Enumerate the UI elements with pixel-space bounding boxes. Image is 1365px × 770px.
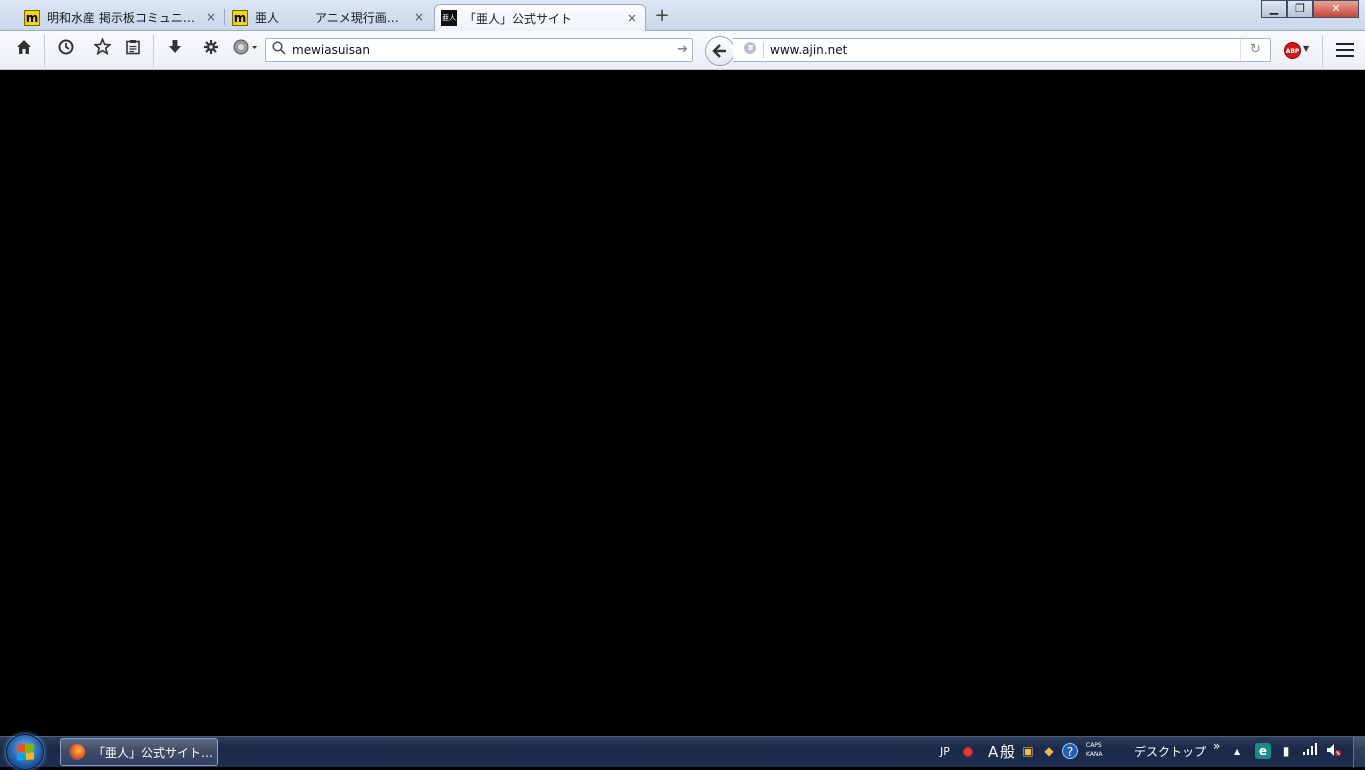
tab-close-icon[interactable]: × [412, 10, 426, 24]
caps-kana-indicator[interactable]: CAPS KANA [1086, 741, 1103, 759]
adblock-plus-icon[interactable]: ABP [1284, 42, 1301, 59]
tab-title: 「亜人」公式サイト [464, 11, 573, 26]
sync-account-icon[interactable] [230, 38, 260, 62]
search-icon [272, 41, 288, 59]
settings-gear-icon[interactable] [199, 38, 223, 62]
volume-muted-icon[interactable] [1326, 743, 1342, 759]
tray-app-e-icon[interactable]: e [1255, 743, 1271, 759]
toolbar-separator [44, 35, 45, 67]
caps-label: CAPS [1086, 742, 1102, 749]
adblock-dropdown-arrow-icon[interactable]: ▼ [1303, 44, 1309, 53]
start-button[interactable] [6, 734, 44, 770]
page-content-area[interactable] [0, 71, 1365, 736]
home-icon[interactable] [12, 38, 36, 62]
maximize-button[interactable]: ❐ [1287, 0, 1313, 18]
history-icon[interactable] [54, 38, 78, 62]
minimize-button[interactable]: ▁ [1261, 0, 1287, 18]
tab-close-icon[interactable]: × [625, 11, 639, 25]
tab-title-continued: アニメ現行画… [315, 11, 399, 25]
tab-separator [224, 9, 225, 25]
tab-ajin-official[interactable]: 亜人 「亜人」公式サイト × [434, 4, 646, 31]
safely-remove-hardware-icon[interactable]: ▮ [1278, 743, 1294, 759]
windows-taskbar: 「亜人」公式サイト… JP ● A 般 ▣ ◆ ? CAPS KANA デスクト… [0, 734, 1365, 770]
ime-pin-icon[interactable]: ● [960, 743, 976, 759]
meiwa-favicon-icon: m [232, 9, 248, 26]
download-icon[interactable] [163, 38, 187, 62]
new-tab-button[interactable]: + [652, 6, 672, 26]
windows-logo-icon [17, 743, 34, 761]
kana-label: KANA [1086, 751, 1103, 758]
toolbar-separator [153, 35, 154, 67]
meiwa-favicon-icon: m [24, 9, 40, 26]
ime-conversion-indicator[interactable]: 般 [1000, 737, 1015, 767]
tab-close-icon[interactable]: × [204, 10, 218, 24]
show-hidden-icons-arrow[interactable]: ▲ [1234, 737, 1240, 767]
language-indicator[interactable]: JP [940, 737, 950, 767]
ime-toolbox-icon[interactable]: ◆ [1041, 743, 1057, 759]
ime-dictionary-icon[interactable]: ▣ [1020, 743, 1036, 759]
close-window-button[interactable]: ✕ [1313, 0, 1359, 18]
toolbar-expand-icon[interactable]: » [1213, 731, 1220, 761]
network-signal-icon[interactable] [1302, 743, 1318, 759]
navigation-toolbar: ➔ ↻ ABP ▼ [0, 31, 1365, 70]
toolbar-separator [1322, 35, 1323, 67]
hamburger-menu-icon[interactable] [1334, 39, 1356, 61]
reload-icon[interactable]: ↻ [1240, 39, 1270, 61]
tab-ajin-thread[interactable]: m 亜人 アニメ現行画… × [226, 4, 432, 31]
site-identity-globe-icon[interactable] [743, 41, 759, 59]
show-desktop-button[interactable] [1353, 737, 1365, 768]
taskbar-window-title: 「亜人」公式サイト… [93, 745, 214, 760]
back-button[interactable] [705, 36, 735, 66]
url-bar[interactable]: ↻ [733, 38, 1271, 62]
tab-title: 亜人 [255, 11, 280, 25]
firefox-icon [69, 744, 85, 760]
ajin-favicon-icon: 亜人 [441, 10, 457, 26]
tab-strip: m 明和水産 掲示板コミュニ… × m 亜人 アニメ現行画… × 亜人 「亜人」… [0, 0, 1365, 31]
ime-mode-indicator[interactable]: A [988, 737, 998, 767]
taskbar-firefox-window[interactable]: 「亜人」公式サイト… [60, 738, 218, 766]
help-icon[interactable]: ? [1062, 743, 1078, 759]
bookmark-star-icon[interactable] [90, 37, 114, 62]
url-input[interactable] [770, 43, 1210, 57]
desktop-toolbar-label[interactable]: デスクトップ [1134, 737, 1206, 767]
search-go-arrow-icon[interactable]: ➔ [677, 42, 688, 57]
search-bar[interactable]: ➔ [265, 38, 693, 62]
tab-meiwa-suisan[interactable]: m 明和水産 掲示板コミュニ… × [18, 4, 225, 31]
search-input[interactable] [288, 43, 668, 57]
reading-list-icon[interactable] [121, 38, 145, 62]
window-controls: ▁ ❐ ✕ [1261, 0, 1359, 18]
tab-title: 明和水産 掲示板コミュニ… [47, 11, 195, 25]
url-divider [763, 42, 764, 58]
